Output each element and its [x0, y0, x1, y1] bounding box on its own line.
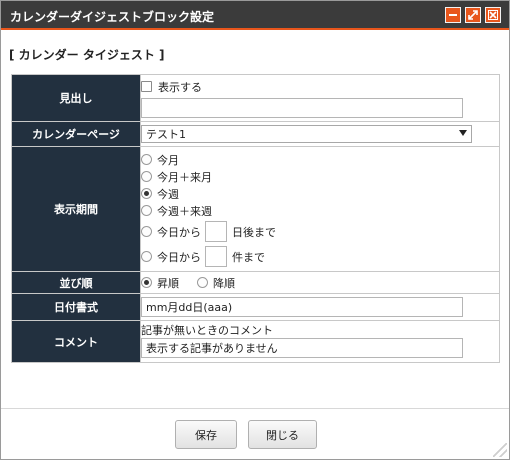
period-radio-days-after[interactable]: [141, 226, 152, 237]
count-input[interactable]: [205, 246, 227, 267]
calendar-page-label: カレンダーページ: [11, 121, 141, 147]
order-desc-label: 降順: [213, 276, 235, 290]
form-row-order: 並び順 昇順 降順: [11, 271, 500, 294]
title-bar[interactable]: カレンダーダイジェストブロック設定: [1, 1, 509, 30]
show-heading-checkbox[interactable]: [141, 81, 152, 92]
period-radio-this-week[interactable]: [141, 188, 152, 199]
calendar-page-select[interactable]: テスト1: [141, 125, 472, 143]
save-button[interactable]: 保存: [175, 420, 237, 449]
count-prefix: 今日から: [157, 250, 201, 264]
period-cell: 今月 今月＋来月 今週 今週＋来週 今日から 日後まで 今日から 件まで: [140, 146, 500, 272]
days-after-input[interactable]: [205, 221, 227, 242]
days-after-suffix: 日後まで: [232, 225, 276, 239]
comment-label: コメント: [11, 320, 141, 363]
calendar-page-selected: テスト1: [146, 128, 186, 141]
form-row-calendar-page: カレンダーページ テスト1: [11, 121, 500, 147]
order-label: 並び順: [11, 271, 141, 294]
settings-form: 見出し 表示する カレンダーページ テスト1 表示期間 今月 今月＋来月 今週 …: [11, 74, 500, 363]
date-format-input[interactable]: [141, 297, 463, 317]
dialog-window: カレンダーダイジェストブロック設定 [ カレンダー タイジェスト ] 見出し 表…: [0, 0, 510, 460]
window-title: カレンダーダイジェストブロック設定: [10, 10, 215, 24]
calendar-page-cell: テスト1: [140, 121, 500, 147]
order-radio-desc[interactable]: [197, 277, 208, 288]
date-format-cell: [140, 293, 500, 321]
comment-cell: 記事が無いときのコメント: [140, 320, 500, 363]
date-format-label: 日付書式: [11, 293, 141, 321]
form-row-date-format: 日付書式: [11, 293, 500, 321]
section-title: [ カレンダー タイジェスト ]: [9, 48, 165, 62]
heading-label: 見出し: [11, 74, 141, 122]
period-radio-this-next-month[interactable]: [141, 171, 152, 182]
resize-grip-icon[interactable]: [493, 443, 507, 457]
show-heading-label: 表示する: [158, 80, 202, 94]
order-asc-label: 昇順: [157, 276, 179, 290]
maximize-icon[interactable]: [465, 7, 481, 23]
period-radio-this-next-week[interactable]: [141, 205, 152, 216]
period-option-label: 今月＋来月: [157, 170, 212, 184]
comment-input[interactable]: [141, 338, 463, 358]
order-cell: 昇順 降順: [140, 271, 500, 294]
count-suffix: 件まで: [232, 250, 265, 264]
period-radio-count[interactable]: [141, 251, 152, 262]
dropdown-arrow-icon[interactable]: [459, 130, 467, 136]
close-button[interactable]: 閉じる: [248, 420, 317, 449]
period-label: 表示期間: [11, 146, 141, 272]
comment-caption: 記事が無いときのコメント: [141, 323, 273, 337]
period-option-label: 今週: [157, 187, 179, 201]
order-radio-asc[interactable]: [141, 277, 152, 288]
days-after-prefix: 今日から: [157, 225, 201, 239]
period-option-label: 今月: [157, 153, 179, 167]
form-row-period: 表示期間 今月 今月＋来月 今週 今週＋来週 今日から 日後まで 今日から 件ま…: [11, 146, 500, 272]
period-option-label: 今週＋来週: [157, 204, 212, 218]
minimize-icon[interactable]: [445, 7, 461, 23]
dialog-footer: 保存 閉じる: [1, 408, 509, 459]
form-row-comment: コメント 記事が無いときのコメント: [11, 320, 500, 363]
form-row-heading: 見出し 表示する: [11, 74, 500, 122]
heading-cell: 表示する: [140, 74, 500, 122]
close-icon[interactable]: [485, 7, 501, 23]
period-radio-this-month[interactable]: [141, 154, 152, 165]
heading-input[interactable]: [141, 98, 463, 118]
